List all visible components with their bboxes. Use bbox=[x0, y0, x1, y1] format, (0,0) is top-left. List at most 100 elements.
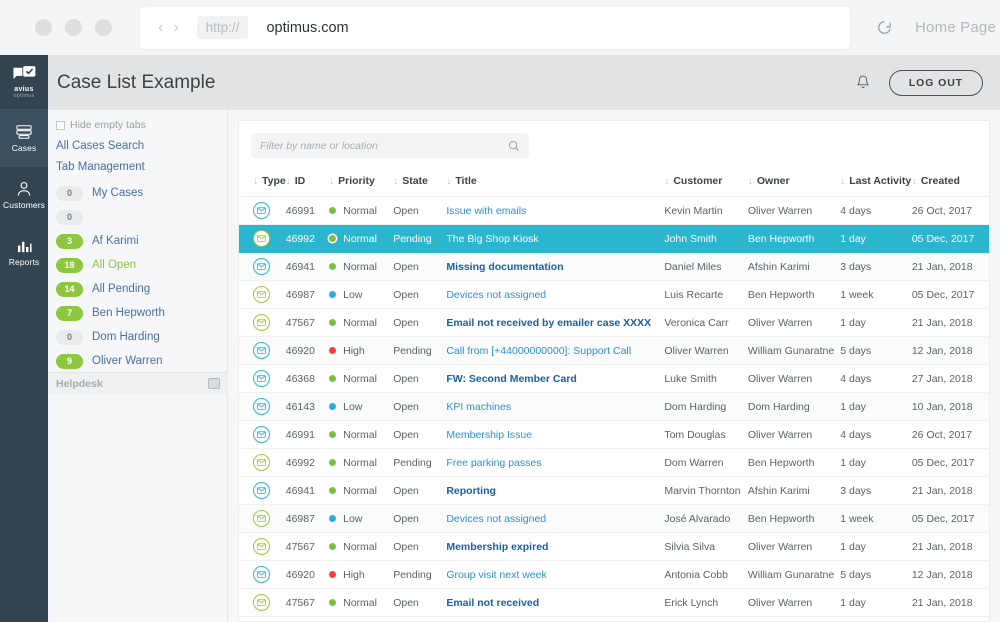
cell-last-activity: 1 day bbox=[840, 533, 912, 561]
case-title-link[interactable]: Email not received bbox=[446, 597, 539, 609]
url-text[interactable]: optimus.com bbox=[266, 20, 348, 36]
table-row[interactable]: 46941NormalOpenReportingMarvin ThorntonA… bbox=[239, 477, 989, 505]
table-row[interactable]: 47567NormalOpenMembership expiredSilvia … bbox=[239, 533, 989, 561]
table-row[interactable]: 46920HighPendingCall from [+44000000000]… bbox=[239, 337, 989, 365]
case-title-link[interactable]: FW: Second Member Card bbox=[446, 373, 577, 385]
envelope-icon[interactable] bbox=[253, 342, 270, 359]
sort-down-icon[interactable]: ↓ bbox=[912, 176, 917, 187]
all-cases-search-link[interactable]: All Cases Search bbox=[48, 131, 227, 152]
sort-down-icon[interactable]: ↓ bbox=[664, 176, 669, 187]
cell-customer: Luke Smith bbox=[664, 365, 748, 393]
case-title-link[interactable]: Email not received by emailer case XXXX bbox=[446, 317, 651, 329]
tab-list-item-label: All Open bbox=[92, 259, 136, 271]
sidebar-item-customers[interactable]: Customers bbox=[0, 167, 48, 224]
minimize-icon[interactable] bbox=[208, 378, 220, 389]
cell-owner: Dom Harding bbox=[748, 393, 840, 421]
envelope-icon[interactable] bbox=[253, 370, 270, 387]
sidebar-item-cases[interactable]: Cases bbox=[0, 110, 48, 167]
case-title-link[interactable]: Devices not assigned bbox=[446, 289, 546, 301]
envelope-glyph-icon bbox=[257, 319, 266, 326]
tab-management-link[interactable]: Tab Management bbox=[48, 152, 227, 173]
tab-list-item[interactable]: 18All Open bbox=[48, 253, 227, 277]
envelope-icon[interactable] bbox=[253, 566, 270, 583]
table-row[interactable]: 46920HighPendingGroup visit next weekAnt… bbox=[239, 561, 989, 589]
sort-down-icon[interactable]: ↓ bbox=[329, 176, 334, 187]
column-header-last-activity[interactable]: ↓Last Activity bbox=[840, 171, 912, 197]
hide-empty-tabs-checkbox[interactable]: Hide empty tabs bbox=[48, 110, 227, 131]
search-icon[interactable] bbox=[508, 140, 520, 152]
tab-list-item[interactable]: 0 bbox=[48, 205, 227, 229]
table-row[interactable]: 47567NormalOpenEmail not received by ema… bbox=[239, 309, 989, 337]
bell-icon[interactable] bbox=[855, 74, 871, 92]
sidebar-item-reports[interactable]: Reports bbox=[0, 224, 48, 281]
tab-list-item[interactable]: 3Af Karimi bbox=[48, 229, 227, 253]
column-header-id[interactable]: ↓ID bbox=[286, 171, 329, 197]
sort-down-icon[interactable]: ↓ bbox=[840, 176, 845, 187]
column-header-state[interactable]: ↓State bbox=[393, 171, 446, 197]
table-row[interactable]: 47567NormalOpenEmail not receivedErick L… bbox=[239, 589, 989, 617]
envelope-icon[interactable] bbox=[253, 286, 270, 303]
column-header-owner[interactable]: ↓Owner bbox=[748, 171, 840, 197]
cell-created: 26 Oct, 2017 bbox=[912, 197, 989, 225]
envelope-icon[interactable] bbox=[253, 594, 270, 611]
case-title-link[interactable]: Reporting bbox=[446, 485, 496, 497]
table-row[interactable]: 46992NormalPendingFree parking passesDom… bbox=[239, 449, 989, 477]
table-row[interactable]: 46992NormalPendingThe Big Shop KioskJohn… bbox=[239, 225, 989, 253]
search-input[interactable] bbox=[260, 140, 508, 152]
case-title-link[interactable]: KPI machines bbox=[446, 401, 511, 413]
logout-button[interactable]: LOG OUT bbox=[889, 70, 983, 96]
sort-down-icon[interactable]: ↓ bbox=[286, 176, 291, 187]
envelope-icon[interactable] bbox=[253, 510, 270, 527]
table-row[interactable]: 46368NormalOpenFW: Second Member CardLuk… bbox=[239, 365, 989, 393]
app-logo[interactable]: avius optimus bbox=[0, 55, 48, 110]
envelope-icon[interactable] bbox=[253, 538, 270, 555]
case-title-link[interactable]: Membership Issue bbox=[446, 429, 532, 441]
envelope-icon[interactable] bbox=[253, 230, 270, 247]
case-title-link[interactable]: Free parking passes bbox=[446, 457, 541, 469]
window-maximize-button[interactable] bbox=[95, 19, 112, 36]
sort-down-icon[interactable]: ↓ bbox=[393, 176, 398, 187]
tab-list-item[interactable]: 14All Pending bbox=[48, 277, 227, 301]
envelope-icon[interactable] bbox=[253, 454, 270, 471]
sort-down-icon[interactable]: ↓ bbox=[748, 176, 753, 187]
table-row[interactable]: 46143LowOpenKPI machinesDom HardingDom H… bbox=[239, 393, 989, 421]
sort-down-icon[interactable]: ↓ bbox=[446, 176, 451, 187]
column-header-customer[interactable]: ↓Customer bbox=[664, 171, 748, 197]
window-minimize-button[interactable] bbox=[65, 19, 82, 36]
table-row[interactable]: 46941NormalOpenMissing documentationDani… bbox=[239, 253, 989, 281]
envelope-icon[interactable] bbox=[253, 258, 270, 275]
home-page-label[interactable]: Home Page bbox=[915, 19, 996, 36]
column-header-type[interactable]: ↓Type bbox=[239, 171, 286, 197]
envelope-icon[interactable] bbox=[253, 398, 270, 415]
envelope-icon[interactable] bbox=[253, 314, 270, 331]
case-title-link[interactable]: Call from [+44000000000]: Support Call bbox=[446, 345, 631, 357]
address-bar[interactable]: ‹ › http:// optimus.com bbox=[140, 7, 850, 49]
sort-down-icon[interactable]: ↓ bbox=[253, 176, 258, 187]
envelope-icon[interactable] bbox=[253, 482, 270, 499]
window-close-button[interactable] bbox=[35, 19, 52, 36]
table-row[interactable]: 46991NormalOpenMembership IssueTom Dougl… bbox=[239, 421, 989, 449]
tab-list-item[interactable]: 9Oliver Warren bbox=[48, 349, 227, 373]
chevron-right-icon[interactable]: › bbox=[173, 20, 178, 36]
case-title-link[interactable]: Group visit next week bbox=[446, 569, 546, 581]
case-title-link[interactable]: Devices not assigned bbox=[446, 513, 546, 525]
reload-button[interactable] bbox=[876, 19, 893, 36]
column-header-title[interactable]: ↓Title bbox=[446, 171, 664, 197]
table-row[interactable]: 46987LowOpenDevices not assignedLuis Rec… bbox=[239, 281, 989, 309]
cell-id: 47567 bbox=[286, 533, 329, 561]
table-row[interactable]: 46987LowOpenDevices not assignedJosé Alv… bbox=[239, 505, 989, 533]
case-title-link[interactable]: The Big Shop Kiosk bbox=[446, 233, 538, 245]
case-title-link[interactable]: Missing documentation bbox=[446, 261, 563, 273]
envelope-icon[interactable] bbox=[253, 202, 270, 219]
tab-list-item[interactable]: 0Dom Harding bbox=[48, 325, 227, 349]
filter-box[interactable] bbox=[251, 133, 529, 158]
chevron-left-icon[interactable]: ‹ bbox=[158, 20, 163, 36]
table-row[interactable]: 46991NormalOpenIssue with emailsKevin Ma… bbox=[239, 197, 989, 225]
case-title-link[interactable]: Membership expired bbox=[446, 541, 548, 553]
tab-list-item[interactable]: 0My Cases bbox=[48, 181, 227, 205]
column-header-priority[interactable]: ↓Priority bbox=[329, 171, 393, 197]
case-title-link[interactable]: Issue with emails bbox=[446, 205, 526, 217]
column-header-created[interactable]: ↓Created bbox=[912, 171, 989, 197]
tab-list-item[interactable]: 7Ben Hepworth bbox=[48, 301, 227, 325]
envelope-icon[interactable] bbox=[253, 426, 270, 443]
